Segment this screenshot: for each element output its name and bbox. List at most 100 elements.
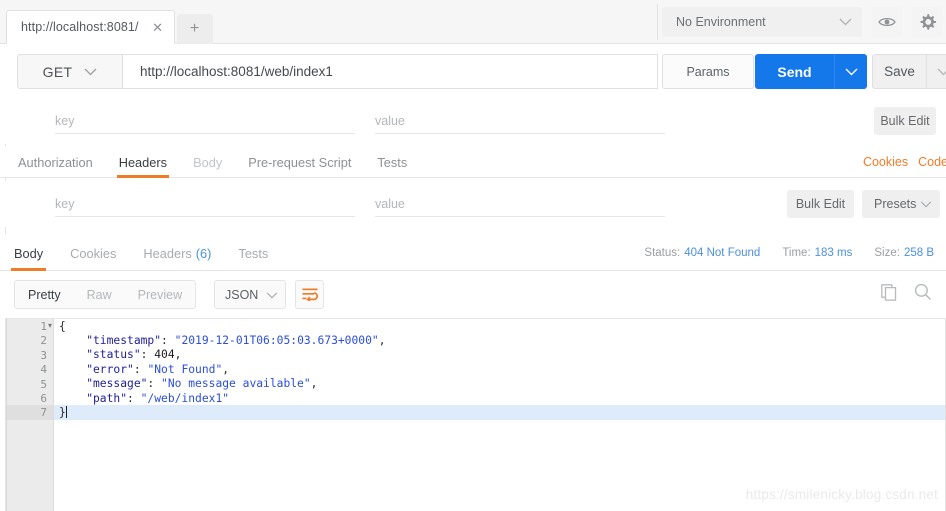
eye-icon[interactable]	[872, 7, 902, 37]
code-content[interactable]: { "timestamp": "2019-12-01T06:05:03.673+…	[54, 319, 946, 511]
code-token: "/web/index1"	[140, 391, 230, 405]
headers-key-input[interactable]: key	[55, 191, 355, 217]
view-mode-preview[interactable]: Preview	[125, 281, 195, 308]
word-wrap-icon[interactable]	[295, 280, 324, 309]
response-body-editor[interactable]: 1 ▾ 2 3 4 5 6 7 { "timestamp": "2019-12-01T06:0…	[6, 318, 946, 511]
request-url-row: GET http://localhost:8081/web/index1 Par…	[0, 44, 946, 98]
code-line: "message": "No message available",	[54, 377, 946, 391]
headers-key-value-row: key value Bulk Edit Presets	[0, 181, 946, 227]
code-token: ,	[378, 334, 386, 348]
status-group: Status: 404 Not Found	[644, 247, 760, 259]
code-line: }	[54, 405, 946, 420]
params-button[interactable]: Params	[662, 54, 754, 89]
status-label: Status:	[644, 247, 681, 259]
request-tabs-links: Cookies Code	[853, 146, 946, 178]
code-token: "error"	[59, 362, 134, 376]
gear-icon[interactable]	[912, 7, 942, 37]
code-link[interactable]: Code	[918, 155, 946, 169]
response-tab-cookies-label: Cookies	[70, 245, 117, 261]
response-tab-headers-label: Headers	[143, 245, 192, 261]
request-tabs-bar: Authorization Headers Body Pre-request S…	[0, 146, 946, 178]
headers-count-badge: (6)	[195, 245, 212, 261]
topbar-right-controls: No Environment	[662, 0, 946, 44]
code-token: {	[59, 319, 66, 333]
send-button-group: Send	[755, 54, 867, 89]
response-tab-body[interactable]: Body	[10, 235, 47, 271]
url-value: http://localhost:8081/web/index1	[140, 64, 333, 79]
tab-authorization[interactable]: Authorization	[18, 146, 93, 178]
response-tabs: Body Cookies Headers (6) Tests	[10, 235, 295, 271]
code-token: "Not Found"	[147, 362, 223, 376]
tab-tests[interactable]: Tests	[377, 146, 407, 178]
params-bulk-edit-button[interactable]: Bulk Edit	[874, 107, 936, 135]
line-number-gutter: 1 ▾ 2 3 4 5 6 7	[7, 319, 54, 511]
close-icon[interactable]: ✕	[151, 20, 165, 34]
time-group: Time: 183 ms	[782, 247, 852, 259]
topbar-divider	[657, 4, 658, 40]
code-line: "path": "/web/index1"	[54, 391, 946, 405]
view-mode-segment: Pretty Raw Preview	[14, 280, 197, 309]
chevron-down-icon	[84, 63, 97, 81]
size-group: Size: 258 B	[874, 247, 934, 259]
request-tab-label: http://localhost:8081/	[21, 20, 139, 34]
line-number: 3	[40, 348, 47, 362]
headers-value-input[interactable]: value	[375, 191, 665, 217]
line-number: 4	[40, 363, 47, 377]
tab-body[interactable]: Body	[193, 146, 222, 178]
new-tab-button[interactable]: +	[176, 14, 213, 44]
line-number: 2	[40, 334, 47, 348]
size-value: 258 B	[903, 247, 934, 259]
environment-value: No Environment	[676, 15, 766, 29]
chevron-down-icon	[839, 13, 852, 31]
chevron-down-icon	[266, 288, 278, 302]
code-token: 404	[154, 348, 175, 362]
headers-bulk-edit-button[interactable]: Bulk Edit	[787, 190, 854, 218]
tab-headers[interactable]: Headers	[116, 146, 170, 178]
request-tab[interactable]: http://localhost:8081/ ✕	[6, 10, 175, 44]
line-number: 5	[40, 377, 47, 391]
code-token: "timestamp"	[59, 334, 162, 348]
url-input[interactable]: http://localhost:8081/web/index1	[123, 54, 658, 89]
status-value: 404 Not Found	[684, 247, 761, 259]
params-key-value-row: key value Bulk Edit	[0, 98, 946, 144]
response-meta: Status: 404 Not Found Time: 183 ms Size: 25…	[622, 235, 934, 271]
response-tab-cookies[interactable]: Cookies	[70, 235, 116, 271]
fold-toggle-icon[interactable]: ▾	[48, 319, 52, 333]
save-button[interactable]: Save	[872, 54, 927, 89]
cookies-link[interactable]: Cookies	[863, 155, 908, 169]
send-options-button[interactable]	[834, 54, 867, 89]
chevron-down-icon	[920, 197, 932, 211]
response-tab-body-label: Body	[14, 245, 44, 261]
format-value: JSON	[225, 287, 259, 302]
code-token: "path"	[59, 391, 128, 405]
code-token: :	[127, 391, 141, 405]
params-key-input[interactable]: key	[55, 108, 355, 134]
text-cursor	[65, 406, 67, 419]
code-line: "timestamp": "2019-12-01T06:05:03.673+00…	[54, 333, 946, 347]
presets-button[interactable]: Presets	[862, 190, 940, 218]
params-value-input[interactable]: value	[375, 108, 665, 134]
tab-pre-request-script[interactable]: Pre-request Script	[248, 146, 351, 178]
code-token: :	[147, 377, 162, 391]
code-token: :	[140, 348, 155, 362]
watermark: https://smilenicky.blog.csdn.net	[745, 487, 938, 502]
environment-select[interactable]: No Environment	[662, 7, 862, 37]
search-icon[interactable]	[914, 283, 932, 306]
size-label: Size:	[874, 247, 900, 259]
copy-icon[interactable]	[881, 283, 898, 306]
view-mode-pretty[interactable]: Pretty	[15, 281, 74, 308]
code-token: :	[161, 334, 175, 348]
line-number: 1	[40, 320, 47, 333]
format-select[interactable]: JSON	[214, 280, 286, 309]
code-line: "error": "Not Found",	[54, 362, 946, 376]
postman-window: http://localhost:8081/ ✕ + No Environmen…	[0, 0, 946, 511]
send-button[interactable]: Send	[755, 54, 834, 89]
response-tab-headers[interactable]: Headers (6)	[143, 235, 211, 271]
view-mode-raw[interactable]: Raw	[74, 281, 125, 308]
response-tabs-bar: Body Cookies Headers (6) Tests Status: 40…	[0, 235, 946, 271]
method-select[interactable]: GET	[17, 54, 123, 89]
request-tabs: Authorization Headers Body Pre-request S…	[18, 146, 433, 178]
response-tab-tests[interactable]: Tests	[238, 235, 268, 271]
code-token: ,	[222, 362, 230, 376]
save-options-button[interactable]	[927, 54, 946, 89]
